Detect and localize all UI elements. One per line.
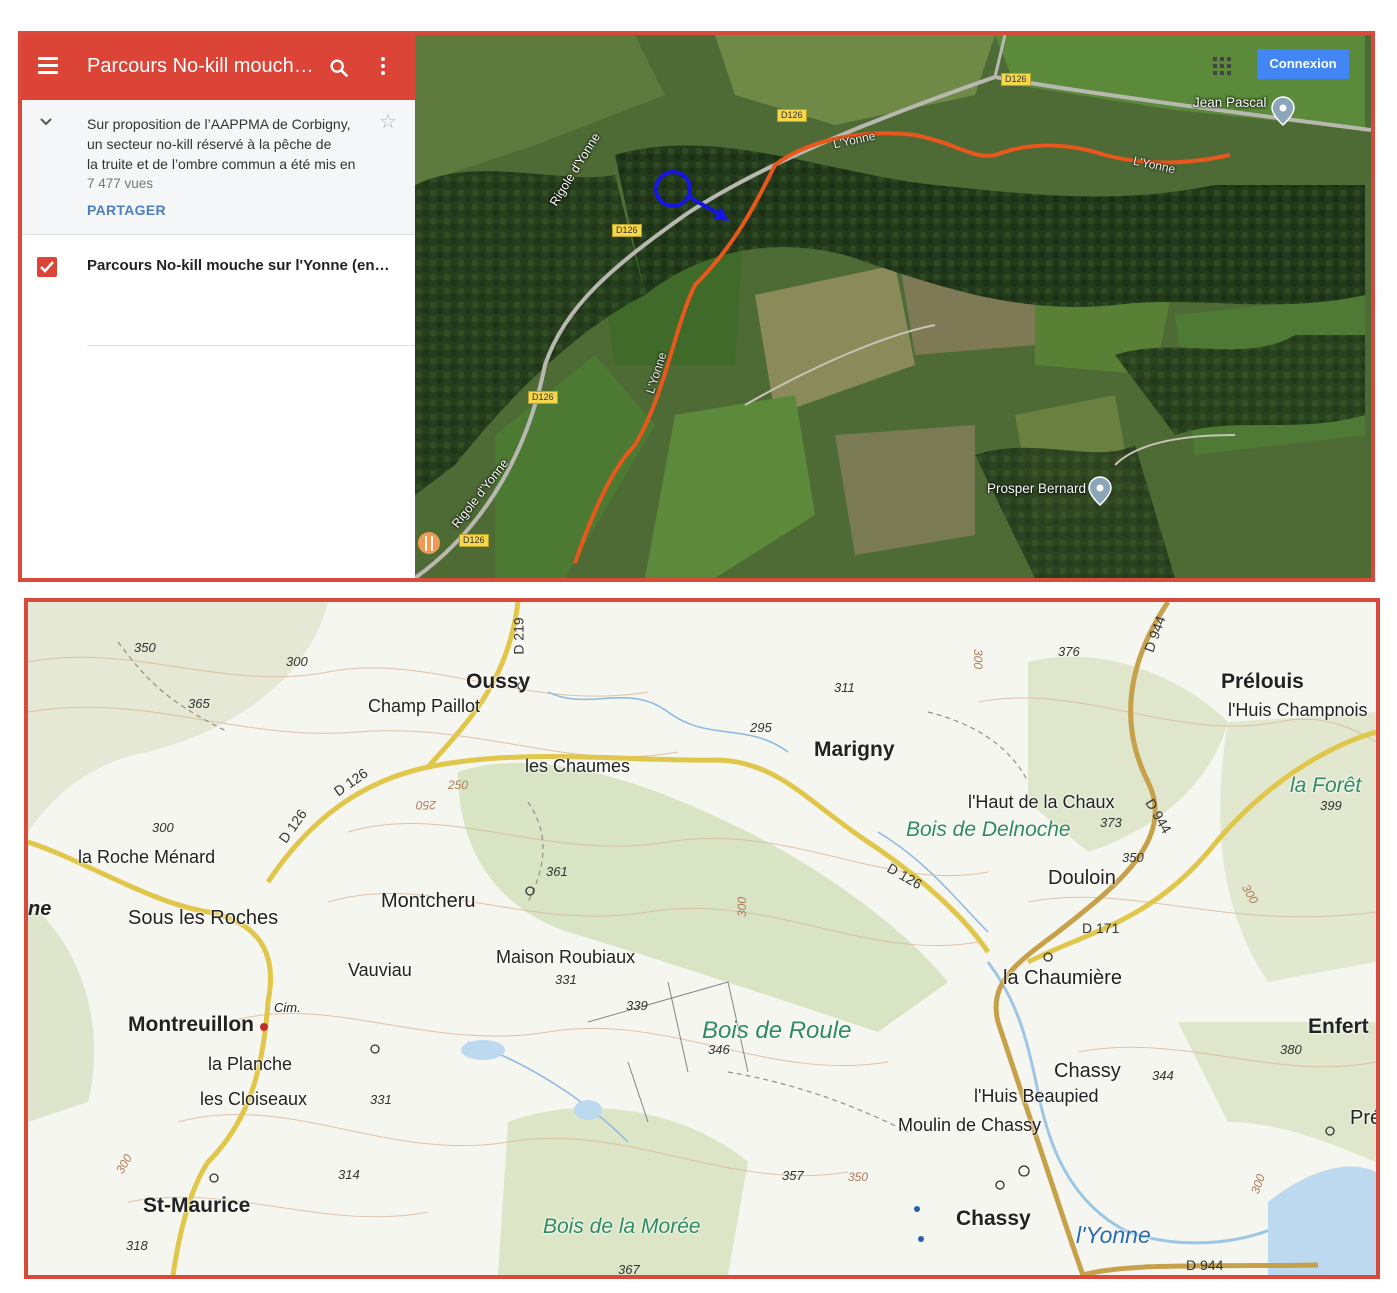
menu-icon[interactable] (38, 57, 58, 74)
road-label: D 171 (1082, 920, 1120, 936)
contour-label: 250 (416, 798, 437, 812)
contour-label: 250 (448, 778, 469, 792)
share-button[interactable]: PARTAGER (87, 202, 166, 218)
altitude-label: 300 (286, 654, 308, 669)
top-panel: Parcours No-kill mouch… Sur proposition … (18, 31, 1375, 582)
forest-label: Bois de la Morée (543, 1215, 701, 1238)
altitude-label: 376 (1058, 644, 1080, 659)
place-label: ne (28, 898, 52, 920)
contour-label: 300 (971, 648, 986, 670)
place-label[interactable]: Chassy (956, 1207, 1031, 1231)
place-label[interactable]: Jean Pascal (1193, 95, 1267, 110)
contour-label: 350 (848, 1170, 869, 1184)
place-label[interactable]: Maison Roubiaux (496, 947, 635, 968)
description-line: un secteur no-kill réservé à la pêche de (87, 136, 332, 152)
road-number-badge: D126 (777, 109, 807, 122)
place-label[interactable]: les Chaumes (525, 756, 630, 777)
place-label[interactable]: les Cloiseaux (200, 1089, 307, 1110)
chevron-down-icon[interactable] (38, 114, 54, 130)
altitude-label: 339 (626, 998, 648, 1013)
place-label[interactable]: l'Huis Champnois (1228, 700, 1368, 721)
more-vert-icon[interactable] (380, 57, 386, 79)
place-label[interactable]: la Chaumière (1003, 967, 1122, 990)
divider (87, 345, 415, 346)
forest-label: Bois de Delnoche (906, 818, 1071, 841)
sign-in-button[interactable]: Connexion (1257, 49, 1349, 79)
cemetery-label: Cim. (274, 1000, 301, 1015)
road-label: D 944 (1186, 1257, 1224, 1273)
place-label[interactable]: Prélouis (1221, 670, 1304, 694)
satellite-imagery (415, 35, 1371, 578)
check-icon (40, 261, 54, 273)
altitude-label: 365 (188, 696, 210, 711)
topographic-map[interactable] (28, 602, 1376, 1275)
layer-item[interactable]: Parcours No-kill mouche sur l'Yonne (en… (22, 235, 415, 345)
road-number-badge: D126 (1001, 73, 1031, 86)
altitude-label: 361 (546, 864, 568, 879)
place-label[interactable]: Vauviau (348, 960, 412, 981)
restaurant-pin-icon (418, 532, 440, 554)
place-label[interactable]: Enfert (1308, 1015, 1369, 1039)
star-icon[interactable]: ☆ (379, 112, 397, 132)
altitude-label: 311 (834, 680, 855, 695)
altitude-label: 346 (708, 1042, 730, 1057)
altitude-label: 367 (618, 1262, 640, 1277)
place-label[interactable]: la Roche Ménard (78, 847, 215, 868)
place-label[interactable]: Sous les Roches (128, 907, 278, 930)
forest-label: Bois de Roule (702, 1017, 852, 1044)
altitude-label: 314 (338, 1167, 360, 1182)
contour-label: 300 (735, 896, 750, 918)
search-icon[interactable] (328, 57, 350, 79)
layer-title: Parcours No-kill mouche sur l'Yonne (en… (87, 257, 390, 274)
place-label[interactable]: l'Haut de la Chaux (968, 792, 1115, 813)
sidebar: Parcours No-kill mouch… Sur proposition … (22, 35, 415, 578)
altitude-label: 318 (126, 1238, 148, 1253)
road-number-badge: D126 (459, 534, 489, 547)
altitude-label: 300 (152, 820, 174, 835)
map-description: Sur proposition de l’AAPPMA de Corbigny,… (87, 114, 377, 174)
altitude-label: 357 (782, 1168, 804, 1183)
description-card: Sur proposition de l’AAPPMA de Corbigny,… (22, 100, 415, 235)
place-label[interactable]: Champ Paillot (368, 696, 480, 717)
place-label[interactable]: Chassy (1054, 1060, 1121, 1083)
place-label[interactable]: Oussy (466, 670, 530, 694)
place-label[interactable]: Moulin de Chassy (898, 1115, 1041, 1136)
layer-checkbox[interactable] (37, 257, 57, 277)
place-label[interactable]: St-Maurice (143, 1194, 250, 1218)
altitude-label: 380 (1280, 1042, 1302, 1057)
app-bar: Parcours No-kill mouch… (22, 35, 415, 100)
place-label[interactable]: Douloin (1048, 867, 1116, 890)
map-title: Parcours No-kill mouch… (87, 55, 314, 77)
description-line: Sur proposition de l’AAPPMA de Corbigny, (87, 116, 351, 132)
road-number-badge: D126 (612, 224, 642, 237)
view-count: 7 477 vues (87, 176, 154, 191)
place-label[interactable]: Montreuillon (128, 1013, 254, 1037)
altitude-label: 295 (750, 720, 772, 735)
place-label[interactable]: la Planche (208, 1054, 292, 1075)
place-label[interactable]: Pré (1350, 1107, 1376, 1130)
altitude-label: 331 (370, 1092, 392, 1107)
apps-grid-icon[interactable] (1213, 57, 1231, 75)
place-label[interactable]: Montcheru (381, 890, 476, 913)
altitude-label: 344 (1152, 1068, 1174, 1083)
place-label[interactable]: Marigny (814, 738, 895, 762)
place-label[interactable]: Prosper Bernard (987, 481, 1086, 496)
bottom-panel: Oussy Champ Paillot les Chaumes Marigny … (24, 598, 1380, 1279)
satellite-map[interactable]: Connexion Jean Pascal Prosper Bernard Ri… (415, 35, 1371, 578)
place-label[interactable]: l'Huis Beaupied (974, 1086, 1099, 1107)
road-label: D 219 (510, 617, 527, 655)
road-number-badge: D126 (528, 391, 558, 404)
altitude-label: 350 (134, 640, 156, 655)
river-label: l'Yonne (1076, 1222, 1151, 1248)
altitude-label: 331 (555, 972, 577, 987)
altitude-label: 350 (1122, 850, 1144, 865)
altitude-label: 373 (1100, 815, 1122, 830)
altitude-label: 399 (1320, 798, 1342, 813)
forest-label: la Forêt (1290, 774, 1362, 797)
description-line: la truite et de l’ombre commun a été mis… (87, 156, 356, 172)
